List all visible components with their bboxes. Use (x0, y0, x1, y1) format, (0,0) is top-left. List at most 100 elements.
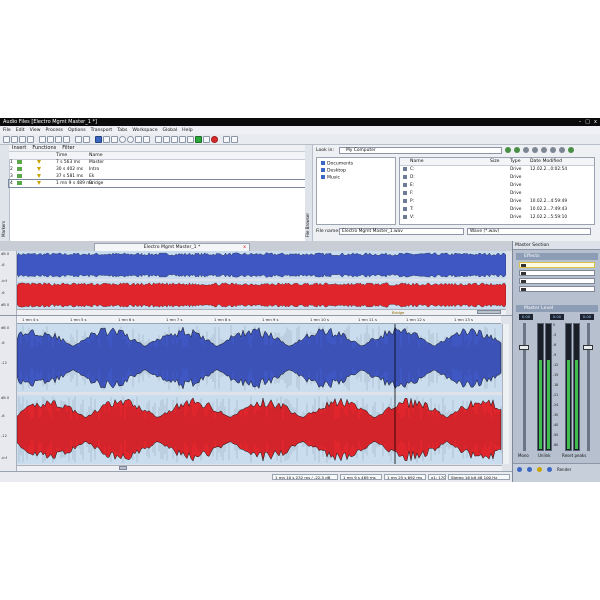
refresh-icon[interactable] (532, 147, 538, 153)
dither-icon[interactable] (517, 467, 522, 472)
name-column-header[interactable]: Name (89, 153, 103, 158)
fast-forward-icon[interactable] (171, 135, 178, 143)
waveform-vertical-scrollbar[interactable] (502, 324, 509, 464)
marker-row-selected[interactable]: 4 1 mn 9 s 489 ms Bridge (8, 179, 306, 188)
main-waveform-view[interactable]: 1 mn 4 s 1 mn 5 s 1 mn 6 s 1 mn 7 s 1 mn… (0, 310, 512, 471)
left-fader-track[interactable] (523, 323, 526, 451)
overview-scroll-thumb[interactable] (477, 310, 501, 314)
menu-tabs[interactable]: Tabs (117, 128, 127, 133)
overview-scrollbar[interactable] (17, 309, 506, 315)
effect-slot[interactable] (519, 278, 595, 284)
status-zoom[interactable]: x1: 170 (428, 474, 446, 480)
waveform-scroll-thumb[interactable] (119, 466, 127, 470)
crossfade-icon[interactable] (135, 135, 142, 143)
minimize-button[interactable]: – (579, 119, 582, 125)
time-ruler[interactable]: 1 mn 4 s 1 mn 5 s 1 mn 6 s 1 mn 7 s 1 mn… (16, 310, 501, 324)
record-icon[interactable] (211, 135, 218, 143)
loop-playback-icon[interactable] (187, 135, 194, 143)
favorites-icon[interactable] (550, 147, 556, 153)
mono-button[interactable]: Mono (518, 453, 529, 458)
menu-edit[interactable]: Edit (16, 128, 25, 133)
reset-peaks-button[interactable]: Reset peaks (562, 453, 586, 458)
menu-help[interactable]: Help (182, 128, 192, 133)
right-fader-track[interactable] (587, 323, 590, 451)
back-icon[interactable] (505, 147, 511, 153)
forward-icon[interactable] (514, 147, 520, 153)
left-fader-knob[interactable] (519, 345, 529, 350)
file-row[interactable]: F: Drive (400, 190, 594, 197)
cut-icon[interactable] (39, 135, 46, 143)
save-all-icon[interactable] (27, 135, 34, 143)
file-type-select[interactable]: Wave (*.wav) (467, 228, 591, 235)
marker-row[interactable]: 3 37 s 581 ms Ek (9, 173, 305, 180)
go-to-start-icon[interactable] (155, 135, 162, 143)
filter-menu[interactable]: Filter (62, 145, 74, 151)
menu-options[interactable]: Options (68, 128, 86, 133)
insert-menu[interactable]: Insert (12, 145, 26, 151)
place-desktop[interactable]: Desktop (321, 168, 346, 174)
menu-transport[interactable]: Transport (91, 128, 113, 133)
new-folder-icon[interactable] (559, 147, 565, 153)
plugin-icon[interactable] (231, 135, 238, 143)
stop-icon[interactable] (203, 135, 210, 143)
overview-waveform-graphic[interactable] (17, 251, 506, 309)
time-column-header[interactable]: Time (56, 153, 67, 158)
type-column-header[interactable]: Type (510, 159, 521, 164)
go-to-end-icon[interactable] (179, 135, 186, 143)
size-column-header[interactable]: Size (490, 159, 499, 164)
place-music[interactable]: Music (321, 175, 340, 181)
file-row[interactable]: D: Drive (400, 174, 594, 181)
menu-global[interactable]: Global (163, 128, 178, 133)
redo-icon[interactable] (83, 135, 90, 143)
bridge-marker-label[interactable]: Bridge (392, 310, 404, 315)
document-tab[interactable]: Electro Mgmt Master_1 * x (94, 243, 250, 251)
play-icon[interactable] (195, 135, 202, 143)
new-file-icon[interactable] (3, 135, 10, 143)
file-row[interactable]: T: Drive 10.02.2...7:49:43 (400, 206, 594, 213)
file-browser-side-tab[interactable]: File Browser (305, 145, 313, 241)
functions-menu[interactable]: Functions (32, 145, 56, 151)
effects-header[interactable]: Effects (516, 253, 598, 260)
copy-icon[interactable] (47, 135, 54, 143)
menu-process[interactable]: Process (46, 128, 63, 133)
play-preview-icon[interactable] (568, 147, 574, 153)
selection-tool-icon[interactable] (95, 135, 102, 143)
effect-slot[interactable] (519, 262, 595, 268)
rewind-icon[interactable] (163, 135, 170, 143)
effect-slot[interactable] (519, 270, 595, 276)
right-fader-knob[interactable] (583, 345, 593, 350)
look-in-select[interactable]: My Computer (339, 147, 502, 154)
place-documents[interactable]: Documents (321, 161, 353, 167)
effect-slot[interactable] (519, 286, 595, 292)
name-column-header[interactable]: Name (410, 159, 424, 164)
unlink-button[interactable]: Unlink (538, 453, 551, 458)
up-folder-icon[interactable] (523, 147, 529, 153)
menu-file[interactable]: File (3, 128, 11, 133)
save-icon[interactable] (19, 135, 26, 143)
loop-icon[interactable] (127, 135, 134, 143)
main-waveform-graphic[interactable] (17, 324, 502, 464)
paste-icon[interactable] (55, 135, 62, 143)
file-row[interactable]: P: Drive 10.02.2...4:59:49 (400, 198, 594, 205)
file-row[interactable]: C: Drive 12.02.2...0:02:54 (400, 166, 594, 173)
undo-icon[interactable] (75, 135, 82, 143)
close-button[interactable]: x (594, 119, 597, 125)
date-column-header[interactable]: Date Modified (530, 159, 562, 164)
zoom-tool-icon[interactable] (111, 135, 118, 143)
settings-icon[interactable] (223, 135, 230, 143)
overview-waveform[interactable]: dB 0 -6 -inf -6 dB 0 (0, 251, 512, 316)
menu-workspace[interactable]: Workspace (132, 128, 157, 133)
marker-row[interactable]: 2 30 s 402 ms Intro (9, 166, 305, 173)
close-tab-icon[interactable]: x (243, 244, 246, 251)
view-mode-icon[interactable] (541, 147, 547, 153)
maximize-button[interactable]: □ (585, 119, 590, 125)
lightning-icon[interactable] (537, 467, 542, 472)
zoom-one-to-one-icon[interactable] (143, 135, 150, 143)
open-file-icon[interactable] (11, 135, 18, 143)
file-row[interactable]: V: Drive 12.02.2...5:59:10 (400, 214, 594, 221)
output-icon[interactable] (547, 467, 552, 472)
menu-view[interactable]: View (30, 128, 41, 133)
file-name-input[interactable]: Electro Mgmt Master_1.wav (339, 228, 464, 235)
bypass-icon[interactable] (527, 467, 532, 472)
master-level-header[interactable]: Master Level (516, 305, 598, 312)
